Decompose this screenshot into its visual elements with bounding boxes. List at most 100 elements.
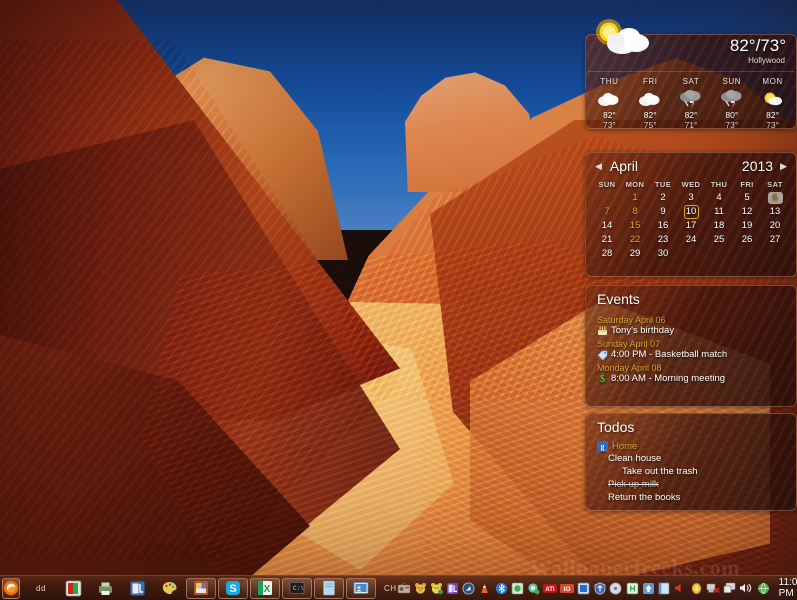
calendar-day-25[interactable]: 25 — [705, 233, 733, 247]
calendar-day-5[interactable]: 5 — [733, 191, 761, 205]
calendar-day-27[interactable]: 27 — [761, 233, 789, 247]
taskbar-media-icon[interactable] — [122, 578, 152, 599]
todo-item[interactable]: Take out the trash — [597, 465, 796, 478]
forecast-day-thu[interactable]: THU 82° 73° — [589, 77, 630, 128]
tray-language-label[interactable]: CH — [384, 584, 397, 593]
calendar-day-24[interactable]: 24 — [677, 233, 705, 247]
forecast-day-sat[interactable]: SAT 82° 71° — [671, 77, 712, 128]
firefox-start-orb-icon[interactable] — [2, 577, 20, 599]
taskbar[interactable]: dd S X C:\ CH ATI IO H 11:0 PM — [0, 575, 797, 600]
calendar-day-8[interactable]: 8 — [621, 205, 649, 219]
task-window-3[interactable]: X — [250, 577, 280, 599]
tray-book-icon[interactable] — [658, 581, 671, 595]
forecast-low: 73° — [766, 120, 780, 129]
event-text: Tony's birthday — [611, 325, 675, 336]
task-window-1[interactable] — [186, 577, 216, 599]
tray-io-icon[interactable]: IO — [559, 581, 574, 595]
tray-blue-square-icon[interactable] — [577, 581, 590, 595]
todo-item[interactable]: Pick up milk — [597, 478, 796, 491]
taskbar-paint-icon[interactable] — [58, 578, 88, 599]
event-item[interactable]: 4:00 PM - Basketball match — [597, 349, 796, 360]
tray-coin-icon[interactable] — [690, 581, 703, 595]
calendar-day-30[interactable]: 30 — [649, 247, 677, 261]
event-item[interactable]: Tony's birthday — [597, 325, 796, 336]
forecast-high: 80° — [725, 110, 739, 120]
calendar-week-row: 123456 — [593, 191, 789, 205]
task-window-6[interactable] — [346, 577, 376, 599]
tray-shield-icon[interactable] — [593, 581, 606, 595]
calendar-day-7[interactable]: 7 — [593, 205, 621, 219]
event-item[interactable]: $ 8:00 AM - Morning meeting — [597, 373, 796, 384]
calendar-day-1[interactable]: 1 — [621, 191, 649, 205]
prev-month-arrow-icon[interactable]: ◀ — [595, 161, 602, 172]
forecast-day-mon[interactable]: MON 82° 73° — [752, 77, 793, 129]
calendar-day-17[interactable]: 17 — [677, 219, 705, 233]
calendar-day-4[interactable]: 4 — [705, 191, 733, 205]
tray-update-icon[interactable] — [642, 581, 655, 595]
calendar-day-12[interactable]: 12 — [733, 205, 761, 219]
calendar-day-16[interactable]: 16 — [649, 219, 677, 233]
calendar-day-28[interactable]: 28 — [593, 247, 621, 261]
tray-monitor-icon[interactable] — [723, 581, 736, 595]
calendar-day-2[interactable]: 2 — [649, 191, 677, 205]
taskbar-clock[interactable]: 11:05 PM — [773, 577, 797, 599]
calendar-day-22[interactable]: 22 — [621, 233, 649, 247]
calendar-day-6[interactable]: 6 — [761, 191, 789, 205]
calendar-day-10[interactable]: 10 — [677, 205, 705, 219]
task-window-5[interactable] — [314, 577, 344, 599]
calendar-day-15[interactable]: 15 — [621, 219, 649, 233]
calendar-day-13[interactable]: 13 — [761, 205, 789, 219]
todos-widget[interactable]: Todos g Home Clean house Take out the tr… — [585, 413, 797, 511]
todo-group-home[interactable]: g Home — [597, 441, 796, 452]
todo-item[interactable]: Clean house — [597, 452, 796, 465]
tray-sync-icon[interactable] — [527, 581, 540, 595]
taskbar-palette-icon[interactable] — [154, 578, 184, 599]
calendar-day-19[interactable]: 19 — [733, 219, 761, 233]
calendar-day-14[interactable]: 14 — [593, 219, 621, 233]
tray-ati-icon[interactable]: ATI — [542, 581, 557, 595]
tray-vlc-cone-icon[interactable] — [478, 581, 491, 595]
calendar-day-18[interactable]: 18 — [705, 219, 733, 233]
tag-icon — [597, 349, 608, 360]
tray-volume-icon[interactable] — [739, 581, 753, 595]
dow-sat: SAT — [767, 180, 783, 189]
tray-speaker-red-icon[interactable] — [674, 581, 687, 595]
calendar-day-23[interactable]: 23 — [649, 233, 677, 247]
quicklaunch-label[interactable]: dd — [26, 578, 56, 599]
calendar-day-3[interactable]: 3 — [677, 191, 705, 205]
todo-item[interactable]: Return the books — [597, 491, 796, 504]
calendar-day-29[interactable]: 29 — [621, 247, 649, 261]
next-year-arrow-icon[interactable]: ▶ — [780, 161, 787, 172]
forecast-high: 82° — [643, 110, 657, 120]
tray-radio-icon[interactable] — [397, 581, 411, 595]
tray-green-app-icon[interactable] — [511, 581, 524, 595]
tray-network-error-icon[interactable] — [706, 581, 720, 595]
calendar-widget[interactable]: ◀ April 2013 ▶ SUN MON TUE WED THU FRI S… — [585, 152, 797, 277]
thunderstorm-icon — [671, 88, 712, 110]
tray-media-icon[interactable] — [446, 581, 459, 595]
calendar-day-21[interactable]: 21 — [593, 233, 621, 247]
forecast-day-fri[interactable]: FRI 82° 75° — [630, 77, 671, 128]
dow-fri: FRI — [740, 180, 754, 189]
tray-hamachi-icon[interactable]: H — [625, 581, 638, 595]
tray-bluetooth-icon[interactable] — [494, 581, 507, 595]
calendar-day-9[interactable]: 9 — [649, 205, 677, 219]
tray-bear2-icon[interactable] — [430, 581, 443, 595]
task-window-4[interactable]: C:\ — [282, 577, 312, 599]
tray-bear-icon[interactable] — [414, 581, 427, 595]
weather-widget[interactable]: 82°/73° Hollywood THU 82° 73° FRI 82° 75… — [585, 34, 797, 129]
taskbar-printer-icon[interactable] — [90, 578, 120, 599]
calendar-day-26[interactable]: 26 — [733, 233, 761, 247]
event-text: 4:00 PM - Basketball match — [611, 349, 728, 360]
tray-disc-icon[interactable] — [609, 581, 622, 595]
calendar-day-empty — [677, 247, 705, 261]
events-widget[interactable]: Events Saturday April 06 Tony's birthday… — [585, 285, 797, 407]
task-window-2[interactable]: S — [218, 577, 248, 599]
calendar-day-20[interactable]: 20 — [761, 219, 789, 233]
thunderstorm-icon — [711, 88, 752, 110]
tray-globe-icon[interactable] — [756, 581, 769, 595]
tray-compass-icon[interactable] — [462, 581, 475, 595]
forecast-day-sun[interactable]: SUN 80° 73° — [711, 77, 752, 128]
calendar-day-11[interactable]: 11 — [705, 205, 733, 219]
calendar-week-row: 7 8 9 10 11 12 13 — [593, 205, 789, 219]
